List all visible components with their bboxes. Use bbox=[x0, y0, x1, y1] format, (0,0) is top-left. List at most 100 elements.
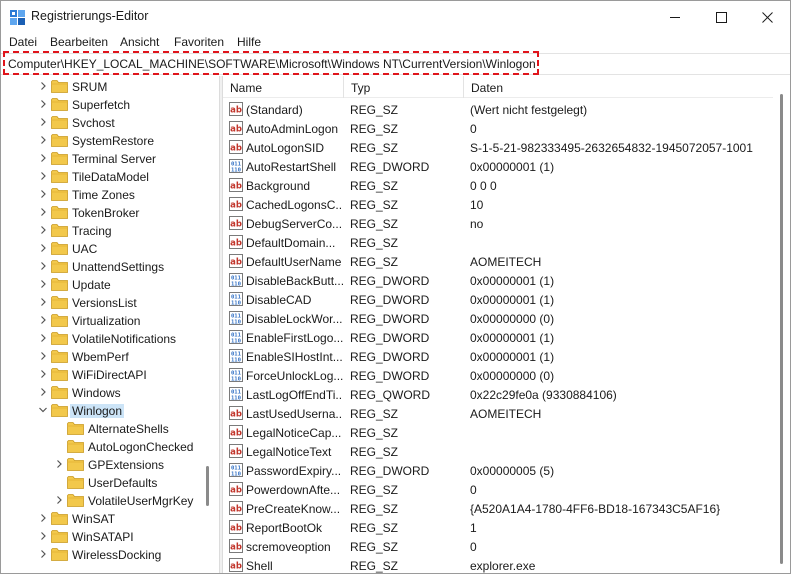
chevron-right-icon[interactable] bbox=[38, 333, 48, 343]
tree-item[interactable]: UserDefaults bbox=[1, 474, 201, 492]
chevron-right-icon[interactable] bbox=[38, 315, 48, 325]
tree-scrollbar-thumb[interactable] bbox=[206, 466, 209, 506]
value-row[interactable]: ab PreCreateKnow... REG_SZ {A520A1A4-1780-4… bbox=[223, 499, 773, 518]
tree-item[interactable]: SRUM bbox=[1, 78, 201, 96]
value-row[interactable]: ab Shell REG_SZ explorer.exe bbox=[223, 556, 773, 573]
tree-item[interactable]: TokenBroker bbox=[1, 204, 201, 222]
tree-item[interactable]: Winlogon bbox=[1, 402, 201, 420]
tree-item[interactable]: VolatileNotifications bbox=[1, 330, 201, 348]
chevron-down-icon[interactable] bbox=[38, 405, 48, 415]
value-row[interactable]: ab (Standard) REG_SZ (Wert nicht festgelegt… bbox=[223, 100, 773, 119]
tree-item[interactable]: VersionsList bbox=[1, 294, 201, 312]
chevron-right-icon[interactable] bbox=[38, 189, 48, 199]
tree-item[interactable]: GPExtensions bbox=[1, 456, 201, 474]
menu-bearbeiten[interactable]: Bearbeiten bbox=[50, 35, 108, 49]
value-row[interactable]: 011 110 AutoRestartShell REG_DWORD 0x0000000… bbox=[223, 157, 773, 176]
chevron-right-icon[interactable] bbox=[38, 369, 48, 379]
tree-item[interactable]: Superfetch bbox=[1, 96, 201, 114]
value-row[interactable]: 011 110 PasswordExpiry... REG_DWORD 0x000000… bbox=[223, 461, 773, 480]
column-header-name[interactable]: Name bbox=[223, 76, 344, 98]
tree-item[interactable]: Time Zones bbox=[1, 186, 201, 204]
chevron-right-icon[interactable] bbox=[38, 99, 48, 109]
tree-item[interactable]: TileDataModel bbox=[1, 168, 201, 186]
value-row[interactable]: 011 110 DisableLockWor... REG_DWORD 0x000000… bbox=[223, 309, 773, 328]
menu-favoriten[interactable]: Favoriten bbox=[174, 35, 224, 49]
tree-item[interactable]: WiFiDirectAPI bbox=[1, 366, 201, 384]
close-button[interactable] bbox=[744, 1, 790, 33]
value-type: REG_QWORD bbox=[350, 388, 431, 402]
chevron-right-icon[interactable] bbox=[38, 225, 48, 235]
chevron-right-icon[interactable] bbox=[38, 243, 48, 253]
chevron-right-icon[interactable] bbox=[38, 153, 48, 163]
value-row[interactable]: ab DefaultUserName REG_SZ AOMEITECH bbox=[223, 252, 773, 271]
chevron-right-icon[interactable] bbox=[38, 513, 48, 523]
string-value-icon: ab bbox=[229, 558, 243, 572]
value-row[interactable]: ab DefaultDomain... REG_SZ bbox=[223, 233, 773, 252]
tree-item[interactable]: AutoLogonChecked bbox=[1, 438, 201, 456]
tree-item[interactable]: WbemPerf bbox=[1, 348, 201, 366]
tree-item[interactable]: WirelessDocking bbox=[1, 546, 201, 564]
menu-datei[interactable]: Datei bbox=[9, 35, 37, 49]
tree-item[interactable]: Terminal Server bbox=[1, 150, 201, 168]
value-row[interactable]: ab CachedLogonsC... REG_SZ 10 bbox=[223, 195, 773, 214]
tree-item[interactable]: AlternateShells bbox=[1, 420, 201, 438]
values-list-pane[interactable]: Name Typ Daten ab (Standard) REG_SZ (Wert n… bbox=[223, 76, 790, 573]
tree-item[interactable]: WinSATAPI bbox=[1, 528, 201, 546]
chevron-right-icon[interactable] bbox=[38, 117, 48, 127]
value-row[interactable]: ab AutoLogonSID REG_SZ S-1-5-21-982333495-2… bbox=[223, 138, 773, 157]
value-row[interactable]: 011 110 DisableBackButt... REG_DWORD 0x00000… bbox=[223, 271, 773, 290]
address-path[interactable]: Computer\HKEY_LOCAL_MACHINE\SOFTWARE\Mic… bbox=[8, 57, 536, 71]
chevron-right-icon[interactable] bbox=[38, 81, 48, 91]
minimize-button[interactable] bbox=[652, 1, 698, 33]
tree-item[interactable]: Windows bbox=[1, 384, 201, 402]
value-row[interactable]: ab PowerdownAfte... REG_SZ 0 bbox=[223, 480, 773, 499]
tree-item[interactable]: UnattendSettings bbox=[1, 258, 201, 276]
menu-ansicht[interactable]: Ansicht bbox=[120, 35, 159, 49]
chevron-right-icon[interactable] bbox=[38, 261, 48, 271]
title-bar[interactable]: Registrierungs-Editor bbox=[1, 1, 790, 33]
tree-item[interactable]: Tracing bbox=[1, 222, 201, 240]
menu-hilfe[interactable]: Hilfe bbox=[237, 35, 261, 49]
tree-item[interactable]: SystemRestore bbox=[1, 132, 201, 150]
value-data: no bbox=[470, 217, 484, 231]
value-row[interactable]: ab scremoveoption REG_SZ 0 bbox=[223, 537, 773, 556]
chevron-right-icon[interactable] bbox=[54, 495, 64, 505]
value-row[interactable]: ab Background REG_SZ 0 0 0 bbox=[223, 176, 773, 195]
address-bar[interactable]: Computer\HKEY_LOCAL_MACHINE\SOFTWARE\Mic… bbox=[1, 53, 790, 75]
value-row[interactable]: 011 110 LastLogOffEndTi... REG_QWORD 0x22c29… bbox=[223, 385, 773, 404]
column-header-type[interactable]: Typ bbox=[344, 76, 464, 98]
value-row[interactable]: ab LegalNoticeCap... REG_SZ bbox=[223, 423, 773, 442]
chevron-right-icon[interactable] bbox=[38, 549, 48, 559]
list-scrollbar[interactable] bbox=[773, 76, 790, 573]
key-tree-pane[interactable]: SRUM Superfetch Svchost SystemRestore Termin… bbox=[1, 76, 219, 573]
column-header-data[interactable]: Daten bbox=[464, 76, 790, 98]
tree-item[interactable]: Virtualization bbox=[1, 312, 201, 330]
value-row[interactable]: ab AutoAdminLogon REG_SZ 0 bbox=[223, 119, 773, 138]
list-scrollbar-thumb[interactable] bbox=[780, 94, 783, 564]
value-row[interactable]: ab ReportBootOk REG_SZ 1 bbox=[223, 518, 773, 537]
maximize-button[interactable] bbox=[698, 1, 744, 33]
chevron-right-icon[interactable] bbox=[54, 459, 64, 469]
tree-item[interactable]: UAC bbox=[1, 240, 201, 258]
tree-item[interactable]: Svchost bbox=[1, 114, 201, 132]
chevron-right-icon[interactable] bbox=[38, 297, 48, 307]
chevron-right-icon[interactable] bbox=[38, 171, 48, 181]
value-row[interactable]: 011 110 EnableFirstLogo... REG_DWORD 0x00000… bbox=[223, 328, 773, 347]
chevron-right-icon[interactable] bbox=[38, 387, 48, 397]
value-row[interactable]: ab LegalNoticeText REG_SZ bbox=[223, 442, 773, 461]
value-type: REG_SZ bbox=[350, 407, 399, 421]
value-row[interactable]: 011 110 DisableCAD REG_DWORD 0x00000001 (1) bbox=[223, 290, 773, 309]
chevron-right-icon[interactable] bbox=[38, 531, 48, 541]
tree-item[interactable]: Update bbox=[1, 276, 201, 294]
value-row[interactable]: ab DebugServerCo... REG_SZ no bbox=[223, 214, 773, 233]
tree-item[interactable]: VolatileUserMgrKey bbox=[1, 492, 201, 510]
chevron-right-icon[interactable] bbox=[38, 279, 48, 289]
tree-item[interactable]: WinSAT bbox=[1, 510, 201, 528]
value-row[interactable]: 011 110 ForceUnlockLog... REG_DWORD 0x000000… bbox=[223, 366, 773, 385]
value-row[interactable]: ab LastUsedUserna... REG_SZ AOMEITECH bbox=[223, 404, 773, 423]
chevron-right-icon[interactable] bbox=[38, 207, 48, 217]
value-row[interactable]: 011 110 EnableSIHostInt... REG_DWORD 0x00000… bbox=[223, 347, 773, 366]
chevron-right-icon[interactable] bbox=[38, 351, 48, 361]
tree-scrollbar[interactable] bbox=[203, 76, 215, 573]
chevron-right-icon[interactable] bbox=[38, 135, 48, 145]
